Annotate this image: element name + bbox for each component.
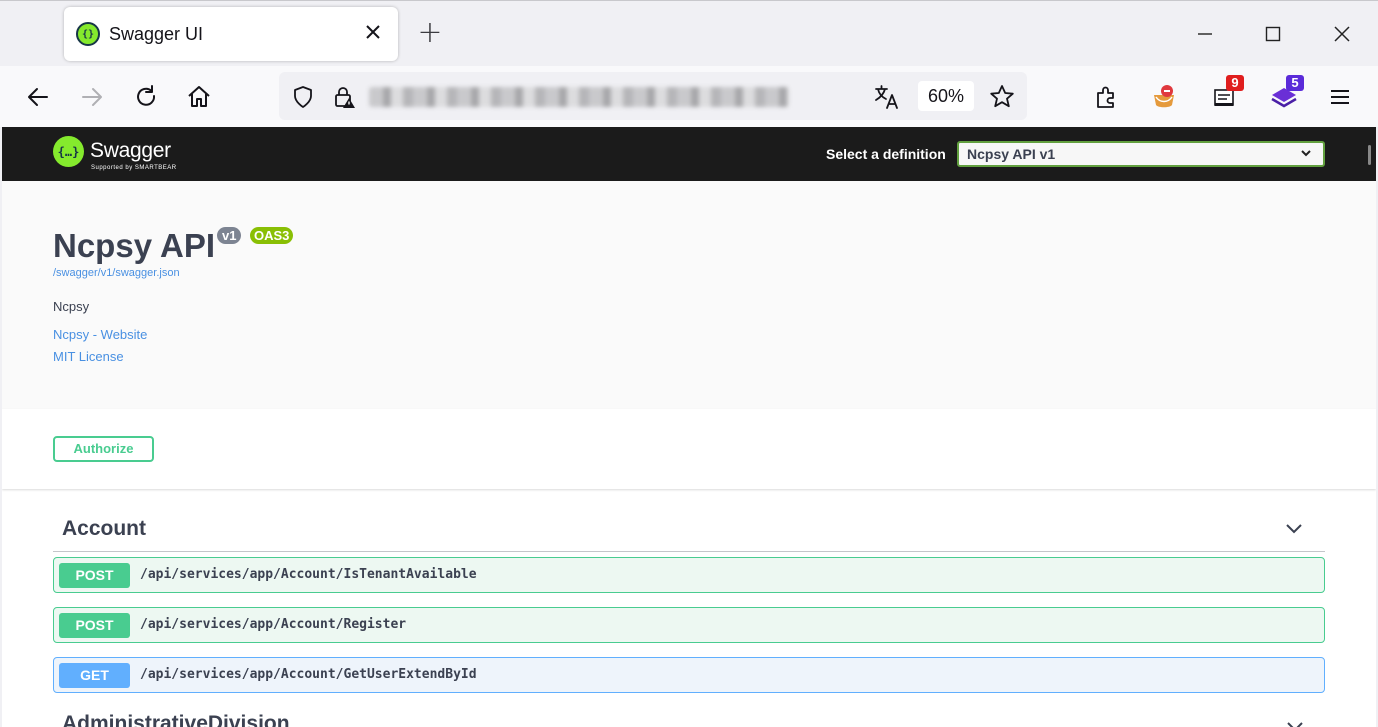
api-info-section: Ncpsy API v1 OAS3 /swagger/v1/swagger.js… [2,181,1376,409]
layers-badge: 5 [1286,75,1304,91]
definition-select[interactable]: Ncpsy API v1 [957,141,1325,167]
swagger-icon: {} [76,22,100,46]
lock-warning-icon[interactable] [330,83,358,111]
oas-badge: OAS3 [250,227,294,244]
maximize-icon[interactable] [1258,19,1288,49]
reader-extension-icon[interactable]: 9 [1210,75,1244,111]
authorize-button[interactable]: Authorize [53,436,154,462]
page-scrollbar[interactable] [1368,145,1371,165]
swagger-logo-subtitle: Supported by SMARTBEAR [91,165,177,171]
tag-section-account[interactable]: Account [53,507,1325,552]
forward-arrow-icon[interactable] [78,83,106,111]
bookmark-star-icon[interactable] [988,83,1016,111]
close-tab-icon[interactable] [362,21,384,43]
method-badge-post: POST [59,563,130,588]
operation-path: /api/services/app/Account/Register [140,617,407,632]
method-badge-get: GET [59,663,130,688]
version-badge: v1 [217,227,242,244]
navigation-toolbar: 60% 9 5 [0,66,1378,127]
window-close-icon[interactable] [1327,19,1357,49]
chevron-down-icon[interactable] [1285,519,1303,537]
ublock-icon[interactable] [1150,83,1178,111]
operation-path: /api/services/app/Account/GetUserExtendB… [140,667,477,682]
home-icon[interactable] [185,83,213,111]
minimize-icon[interactable] [1190,19,1220,49]
website-link[interactable]: Ncpsy - Website [53,327,147,342]
operation-row[interactable]: POST /api/services/app/Account/Register [53,607,1325,643]
tag-section-next[interactable]: AdministrativeDivision [62,712,290,727]
url-text-blurred[interactable] [369,87,789,107]
swagger-page: {…} Swagger Supported by SMARTBEAR Selec… [2,127,1376,727]
browser-tab[interactable]: {} Swagger UI [64,7,398,61]
operation-path: /api/services/app/Account/IsTenantAvaila… [140,567,477,582]
reload-icon[interactable] [132,83,160,111]
zoom-level-button[interactable]: 60% [918,81,974,111]
reader-badge: 9 [1226,75,1244,91]
translate-icon[interactable] [873,83,901,111]
method-badge-post: POST [59,613,130,638]
shield-icon[interactable] [289,83,317,111]
tag-title[interactable]: Account [62,517,146,541]
spec-json-link[interactable]: /swagger/v1/swagger.json [53,267,180,279]
address-bar[interactable]: 60% [279,72,1027,120]
swagger-logo-icon[interactable]: {…} [53,136,84,167]
operation-row[interactable]: POST /api/services/app/Account/IsTenantA… [53,557,1325,593]
api-description: Ncpsy [53,299,90,314]
hamburger-menu-icon[interactable] [1326,83,1354,111]
swagger-topbar: {…} Swagger Supported by SMARTBEAR Selec… [2,127,1376,181]
chevron-down-icon [1301,150,1311,157]
extensions-puzzle-icon[interactable] [1093,83,1121,111]
schemes-section: Authorize [2,409,1376,489]
back-arrow-icon[interactable] [24,83,52,111]
operation-row[interactable]: GET /api/services/app/Account/GetUserExt… [53,657,1325,693]
swagger-logo-text[interactable]: Swagger [90,139,171,163]
tab-strip: {} Swagger UI + [0,0,1378,66]
definition-label: Select a definition [826,146,946,162]
chevron-down-icon[interactable] [1286,717,1304,727]
api-title: Ncpsy API [53,227,216,264]
layers-extension-icon[interactable]: 5 [1270,75,1304,111]
license-link[interactable]: MIT License [53,349,124,364]
tab-title: Swagger UI [109,24,204,44]
new-tab-button[interactable]: + [416,18,444,48]
definition-select-value: Ncpsy API v1 [967,146,1056,162]
